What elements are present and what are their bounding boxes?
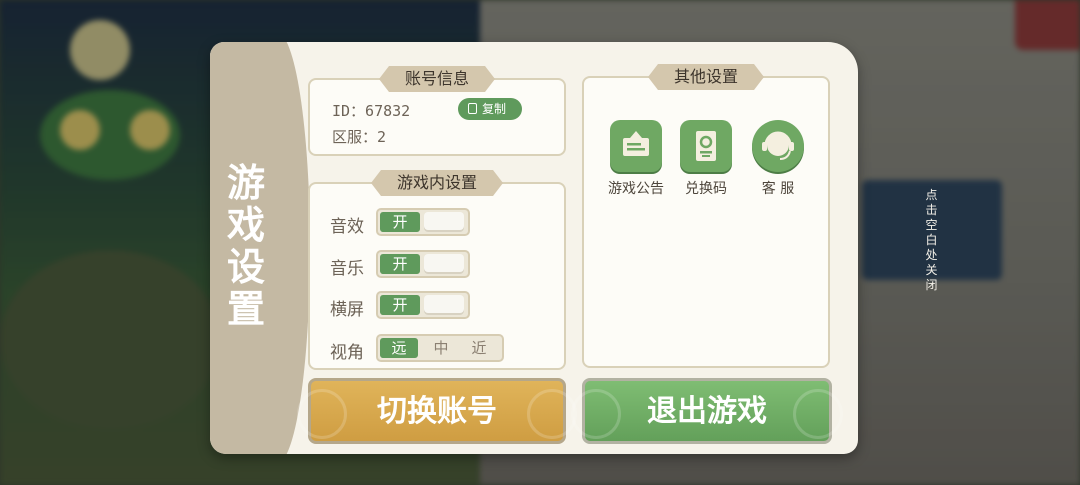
customer-service-button[interactable] <box>752 120 804 172</box>
account-info-header: 账号信息 <box>379 66 495 92</box>
copy-id-button[interactable]: 复制 <box>458 98 522 120</box>
exit-game-button[interactable]: 退出游戏 <box>571 378 843 444</box>
music-label: 音乐 <box>330 259 364 279</box>
view-option-mid[interactable]: 中 <box>422 338 460 358</box>
announcement-icon <box>623 131 649 156</box>
customer-service-icon <box>762 131 794 160</box>
redeem-code-icon <box>696 131 716 161</box>
view-selector: 远 中 近 <box>376 334 504 362</box>
switch-account-button[interactable]: 切换账号 <box>297 378 577 444</box>
ingame-settings-card: 游戏内设置 音效 开 音乐 开 横屏 开 视角 远 中 近 <box>308 182 566 370</box>
view-option-far[interactable]: 远 <box>380 338 418 358</box>
other-settings-header: 其他设置 <box>648 64 764 90</box>
close-hint[interactable]: 点击空白处关闭 <box>924 188 940 293</box>
customer-service-label: 客 服 <box>761 181 795 197</box>
server-label: 区服：2 <box>332 128 387 146</box>
dialog-title: 游戏设置 <box>226 161 265 331</box>
announcement-button[interactable] <box>610 120 662 172</box>
copy-icon <box>468 103 477 114</box>
music-toggle[interactable]: 开 <box>376 250 470 278</box>
other-settings-card: 其他设置 游戏公告 兑换码 客 服 <box>582 76 830 368</box>
announcement-label: 游戏公告 <box>608 181 664 197</box>
view-label: 视角 <box>330 343 364 363</box>
account-id: ID：67832 <box>332 102 411 120</box>
redeem-code-label: 兑换码 <box>685 181 727 197</box>
view-option-near[interactable]: 近 <box>460 338 498 358</box>
account-info-card: 账号信息 ID：67832 区服：2 复制 <box>308 78 566 156</box>
ingame-settings-header: 游戏内设置 <box>371 170 503 196</box>
settings-dialog: 游戏设置 账号信息 ID：67832 区服：2 复制 游戏内设置 音效 开 音乐… <box>210 42 858 454</box>
sound-label: 音效 <box>330 217 364 237</box>
sound-toggle[interactable]: 开 <box>376 208 470 236</box>
landscape-label: 横屏 <box>330 300 364 320</box>
redeem-code-button[interactable] <box>680 120 732 172</box>
landscape-toggle[interactable]: 开 <box>376 291 470 319</box>
